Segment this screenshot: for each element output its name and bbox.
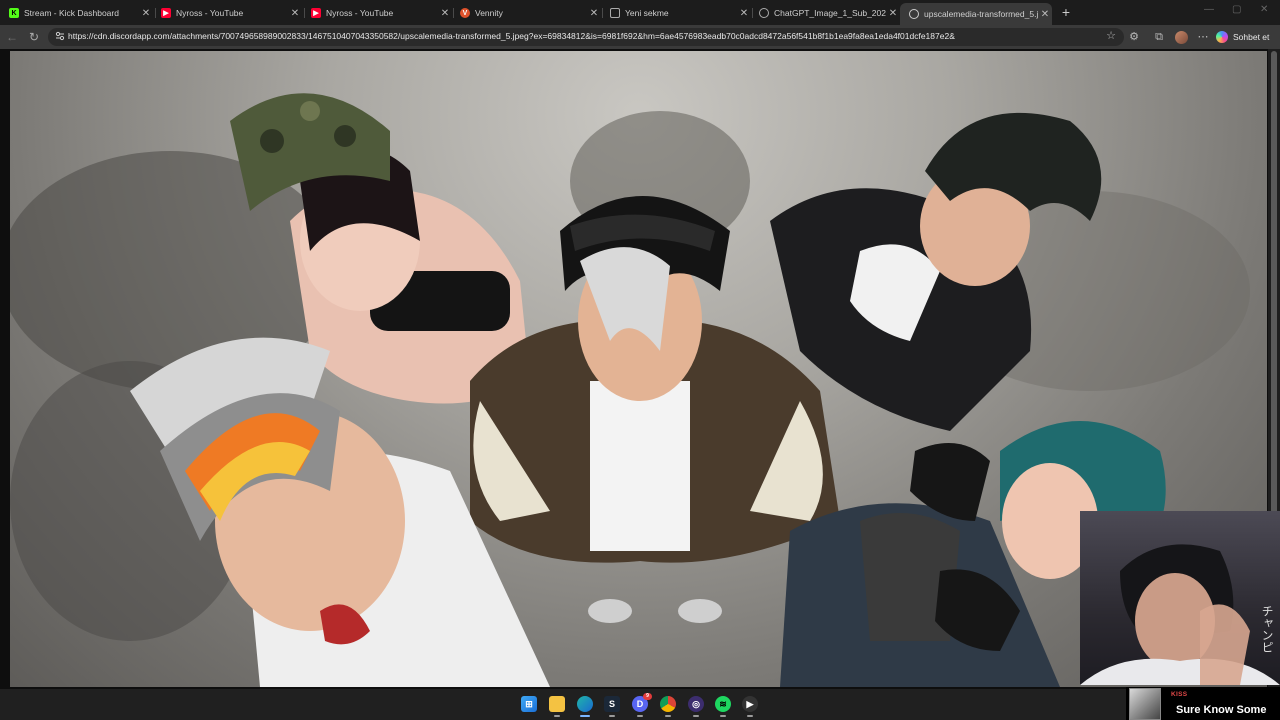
close-tab-icon[interactable]: ✕ [288, 8, 302, 19]
url-text: https://cdn.discordapp.com/attachments/7… [68, 31, 955, 41]
tab-youtube-1[interactable]: ▶ Nyross - YouTube ✕ [152, 3, 302, 23]
album-cover [1129, 688, 1161, 720]
tab-chatgpt-image[interactable]: ChatGPT_Image_1_Sub_2026_05_ ✕ [750, 3, 900, 23]
webcam-overlay-text: チャンピ [1260, 605, 1274, 653]
steam-icon[interactable]: S [604, 696, 620, 717]
windows-taskbar: ⊞ S D9 ◎ ≋ ▶ [0, 689, 1126, 720]
browser-tab-strip: K Stream - Kick Dashboard ✕ ▶ Nyross - Y… [0, 0, 1280, 25]
displayed-image [10, 51, 1267, 687]
tab-title: Vennity [475, 8, 503, 18]
obs-icon[interactable]: ◎ [688, 696, 704, 717]
globe-icon [759, 8, 769, 18]
illustration [10, 93, 1250, 687]
new-tab-page-icon [610, 8, 620, 18]
copilot-chat-button[interactable]: Sohbet et [1216, 29, 1269, 45]
discord-badge: 9 [643, 693, 652, 700]
tab-vennity[interactable]: V Vennity ✕ [451, 3, 601, 23]
maximize-icon[interactable]: ▢ [1232, 4, 1241, 15]
now-playing-artist: KISS [1171, 691, 1188, 698]
tab-new-tab[interactable]: Yeni sekme ✕ [601, 3, 751, 23]
tab-title: Yeni sekme [625, 8, 669, 18]
youtube-icon: ▶ [311, 8, 321, 18]
discord-icon[interactable]: D9 [632, 693, 652, 717]
back-icon[interactable]: ← [4, 29, 20, 45]
tab-title: upscalemedia-transformed_5.jpeg [924, 9, 1038, 19]
close-tab-icon[interactable]: ✕ [1038, 9, 1052, 20]
close-tab-icon[interactable]: ✕ [886, 8, 900, 19]
vennity-icon: V [460, 8, 470, 18]
new-tab-button[interactable]: + [1058, 4, 1074, 20]
reload-icon[interactable]: ↻ [26, 29, 42, 45]
now-playing-song: Sure Know Some [1176, 704, 1267, 716]
bookmark-star-icon[interactable]: ☆ [1106, 29, 1116, 42]
tab-title: Stream - Kick Dashboard [24, 8, 119, 18]
media-player-icon[interactable]: ▶ [742, 696, 758, 717]
edge-icon[interactable] [577, 696, 593, 717]
webcam-overlay: チャンピ [1080, 511, 1280, 685]
youtube-icon: ▶ [161, 8, 171, 18]
tab-title: Nyross - YouTube [326, 8, 394, 18]
browser-toolbar: ← ↻ https://cdn.discordapp.com/attachmen… [0, 25, 1280, 49]
copilot-icon [1216, 31, 1228, 43]
tab-title: ChatGPT_Image_1_Sub_2026_05_ [774, 8, 886, 18]
windows-start-icon[interactable]: ⊞ [521, 696, 537, 712]
close-tab-icon[interactable]: ✕ [587, 8, 601, 19]
chrome-icon[interactable] [660, 696, 676, 717]
site-info-icon[interactable] [55, 31, 65, 41]
close-tab-icon[interactable]: ✕ [737, 8, 751, 19]
file-explorer-icon[interactable] [549, 696, 565, 717]
copilot-chat-label: Sohbet et [1233, 32, 1270, 42]
extensions-icon[interactable]: ⚙ [1127, 30, 1141, 44]
tab-youtube-2[interactable]: ▶ Nyross - YouTube ✕ [302, 3, 452, 23]
profile-avatar[interactable] [1175, 31, 1188, 44]
tab-upscalemedia-active[interactable]: upscalemedia-transformed_5.jpeg ✕ [900, 3, 1052, 25]
now-playing-widget: KISS Sure Know Some [1126, 687, 1280, 720]
close-tab-icon[interactable]: ✕ [139, 8, 153, 19]
kick-icon: K [9, 8, 19, 18]
address-bar[interactable]: https://cdn.discordapp.com/attachments/7… [48, 28, 1124, 46]
tab-kick-dashboard[interactable]: K Stream - Kick Dashboard ✕ [0, 3, 153, 23]
globe-icon [909, 9, 919, 19]
tab-title: Nyross - YouTube [176, 8, 244, 18]
streamer-silhouette [1080, 544, 1280, 685]
puzzle-icon[interactable]: ⧉ [1152, 30, 1166, 44]
close-window-icon[interactable]: ✕ [1260, 4, 1268, 15]
menu-dots-icon[interactable]: ⋯ [1196, 30, 1210, 44]
spotify-icon[interactable]: ≋ [715, 696, 731, 717]
minimize-icon[interactable]: — [1204, 4, 1214, 15]
close-tab-icon[interactable]: ✕ [438, 8, 452, 19]
